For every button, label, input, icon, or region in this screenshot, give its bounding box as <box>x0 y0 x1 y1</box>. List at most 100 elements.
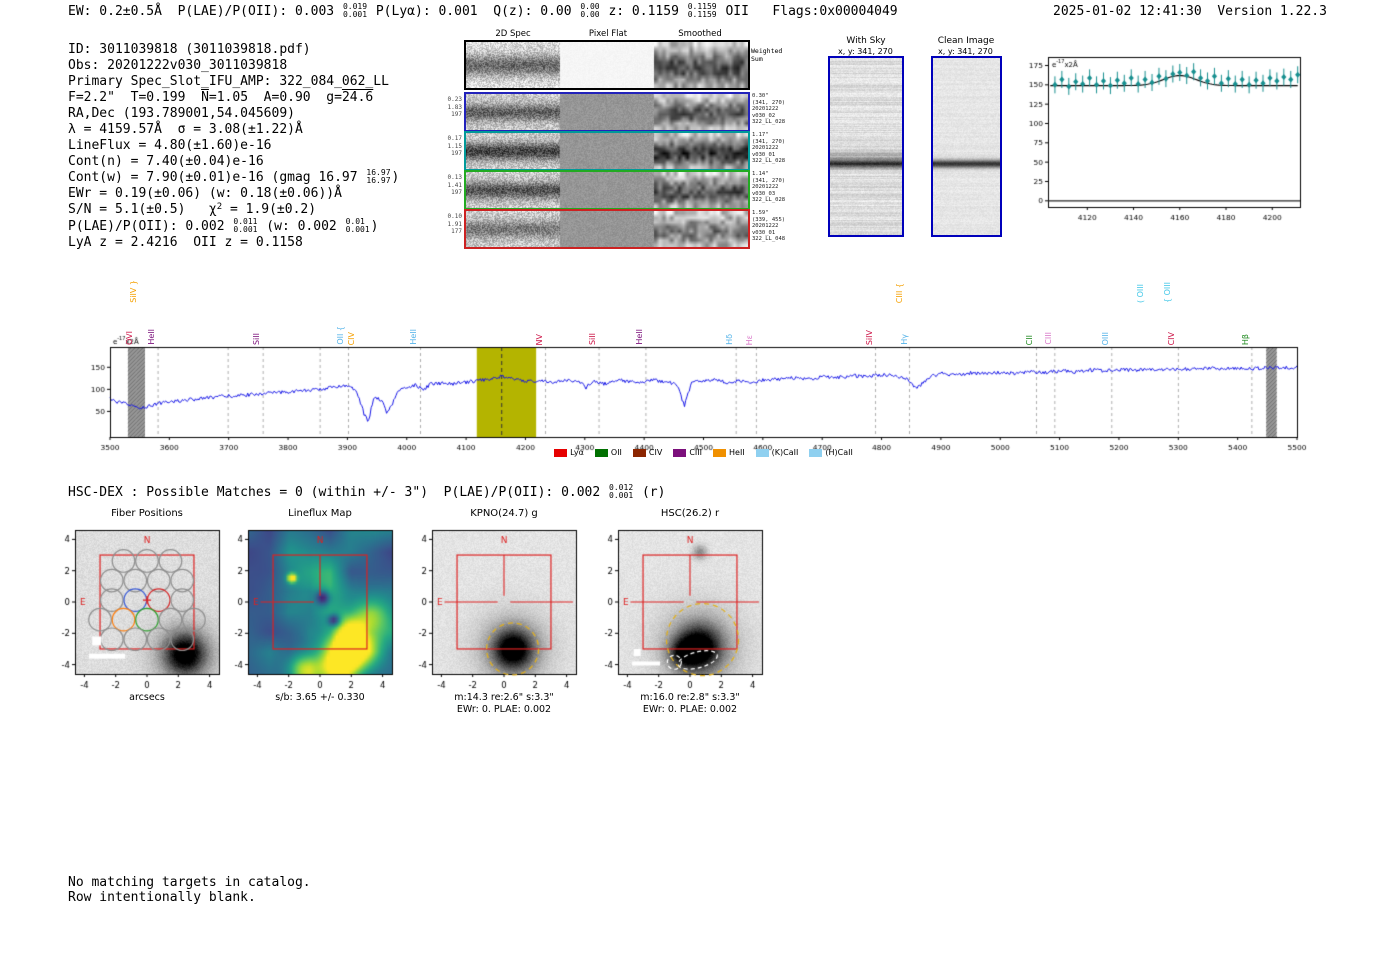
cutout-caption: m:14.3 re:2.6" s:3.3" <box>454 692 554 703</box>
value-line: 197 <box>418 189 462 197</box>
info-line: Cont(w) = 7.90(±0.01)e-16 (gmag 16.97 16… <box>68 170 399 186</box>
emission-line-label: CIII { <box>895 283 904 303</box>
legend-swatch <box>633 449 646 457</box>
emission-line-label: NV <box>535 334 544 345</box>
exposure-annotation: 1.14"(341, 270)20201222v030_03322_LL_028 <box>752 171 804 204</box>
weighted-sum-label: WeightedSum <box>751 48 782 63</box>
annotation-line: 322_LL_028 <box>752 119 804 126</box>
spec2d-column-title: 2D Spec <box>495 29 530 39</box>
emission-line-label: Hε <box>745 335 754 345</box>
exposure-annotation: 1.59"(339, 455)20201222v030_01322_LL_048 <box>752 210 804 243</box>
cutout-caption: s/b: 3.65 +/- 0.330 <box>275 692 364 703</box>
info-line: P(LAE)/P(OII): 0.002 0.0110.001 (w: 0.00… <box>68 219 399 235</box>
value-line: 1.15 <box>418 143 462 151</box>
annotation-line: 322_LL_048 <box>752 236 804 243</box>
legend-label: CIII <box>689 448 702 457</box>
cutout-title: KPNO(24.7) g <box>470 508 538 519</box>
fiber-weight-values: 0.231.83197 <box>418 96 462 119</box>
emission-line-label: OIII <box>1101 332 1110 345</box>
fiber-weight-values: 0.171.15197 <box>418 135 462 158</box>
legend-swatch <box>673 449 686 457</box>
value-line: 0.17 <box>418 135 462 143</box>
clean-image-coords: x, y: 341, 270 <box>938 47 993 56</box>
spec2d-weighted-strip <box>464 40 750 90</box>
spec2d-exposure-strip-3 <box>464 170 750 210</box>
hsc-r-cutout <box>578 522 778 690</box>
value-line: 0.13 <box>418 174 462 182</box>
elixer-report-page: EW: 0.2±0.5Å P(LAE)/P(OII): 0.003 0.0190… <box>0 0 1400 953</box>
cutout-caption: EWr: 0. PLAE: 0.002 <box>643 704 737 715</box>
info-line: LineFlux = 4.80(±1.60)e-16 <box>68 138 399 154</box>
emission-line-label: Hβ <box>1241 334 1250 345</box>
fiber-weight-values: 0.101.91177 <box>418 213 462 236</box>
value-line: 197 <box>418 150 462 158</box>
emission-line-label: Hδ <box>725 334 734 345</box>
fiber-positions-cutout <box>35 522 235 690</box>
catalog-match-summary: HSC-DEX : Possible Matches = 0 (within +… <box>68 485 665 501</box>
annotation-line: 322_LL_028 <box>752 197 804 204</box>
with-sky-title: With Sky <box>846 36 885 46</box>
legend-item: (K)CaII <box>756 448 799 457</box>
legend-item: CIV <box>633 448 662 457</box>
kpno-g-cutout <box>392 522 592 690</box>
info-line: LyA z = 2.4216 OII z = 0.1158 <box>68 235 399 251</box>
value-line: 1.91 <box>418 221 462 229</box>
info-line: F=2.2" T=0.199 N=1.05 A=0.90 g=24.6 <box>68 90 399 106</box>
info-line: EWr = 0.19(±0.06) (w: 0.18(±0.06))Å <box>68 186 399 202</box>
clean-image-title: Clean Image <box>938 36 995 46</box>
spec2d-exposure-strip-4 <box>464 209 750 249</box>
legend-label: CIV <box>649 448 662 457</box>
footer-line-2: Row intentionally blank. <box>68 890 256 906</box>
info-line: RA,Dec (193.789001,54.045609) <box>68 106 399 122</box>
full-spectrum-plot <box>55 330 1315 465</box>
cutout-title: Fiber Positions <box>111 508 183 519</box>
cutout-title: Lineflux Map <box>288 508 352 519</box>
cutout-caption: m:16.0 re:2.8" s:3.3" <box>640 692 740 703</box>
emission-line-label: HeII <box>409 329 418 345</box>
emission-line-label: SiII <box>252 333 261 345</box>
info-line: ID: 3011039818 (3011039818.pdf) <box>68 42 399 58</box>
detection-info-block: ID: 3011039818 (3011039818.pdf)Obs: 2020… <box>68 42 399 251</box>
legend-label: OII <box>611 448 622 457</box>
legend-label: Lyα <box>570 448 584 457</box>
legend-swatch <box>756 449 769 457</box>
footer-line-1: No matching targets in catalog. <box>68 875 311 891</box>
emission-line-label: HeII <box>635 329 644 345</box>
exposure-annotation: 0.30"(341, 270)20201222v030_02322_LL_028 <box>752 93 804 126</box>
emission-line-label: SiIV } <box>129 280 138 303</box>
emission-line-label: CII <box>1025 335 1034 345</box>
cutout-title: HSC(26.2) r <box>661 508 719 519</box>
sky-subtracted-image <box>828 56 904 237</box>
mini-spectrum-plot <box>1014 46 1314 231</box>
emission-line-label: CIV <box>347 332 356 345</box>
spec2d-exposure-strip-2 <box>464 131 750 171</box>
spec2d-exposure-strip-1 <box>464 92 750 132</box>
value-line: 0.23 <box>418 96 462 104</box>
legend-item: Lyα <box>554 448 584 457</box>
spec2d-column-title: Smoothed <box>678 29 721 39</box>
with-sky-coords: x, y: 341, 270 <box>838 47 893 56</box>
legend-swatch <box>809 449 822 457</box>
lineflux-map-cutout <box>208 522 408 690</box>
cutout-xlabel: arcsecs <box>129 692 165 703</box>
value-line: 0.10 <box>418 213 462 221</box>
value-line: 1.83 <box>418 104 462 112</box>
info-line: Primary Spec_Slot_IFU_AMP: 322_084_062_L… <box>68 74 399 90</box>
emission-line-label: SiII <box>588 333 597 345</box>
legend-swatch <box>554 449 567 457</box>
emission-line-label: OVI <box>125 331 134 345</box>
emission-line-label: ( OIII <box>1136 284 1145 303</box>
legend-item: OII <box>595 448 622 457</box>
legend-item: (H)CaII <box>809 448 852 457</box>
spec2d-column-title: Pixel Flat <box>589 29 627 39</box>
info-line: λ = 4159.57Å σ = 3.08(±1.22)Å <box>68 122 399 138</box>
spectrum-legend: LyαOIICIVCIIIHeII(K)CaII(H)CaII <box>110 448 1297 457</box>
emission-line-label: CIII <box>1044 332 1053 345</box>
summary-header: EW: 0.2±0.5Å P(LAE)/P(OII): 0.003 0.0190… <box>68 4 898 20</box>
cutout-caption: EWr: 0. PLAE: 0.002 <box>457 704 551 715</box>
emission-line-label: SiIV <box>865 330 874 345</box>
legend-label: (K)CaII <box>772 448 799 457</box>
legend-item: CIII <box>673 448 702 457</box>
emission-line-label: { OIII <box>1163 282 1172 303</box>
fiber-weight-values: 0.131.41197 <box>418 174 462 197</box>
